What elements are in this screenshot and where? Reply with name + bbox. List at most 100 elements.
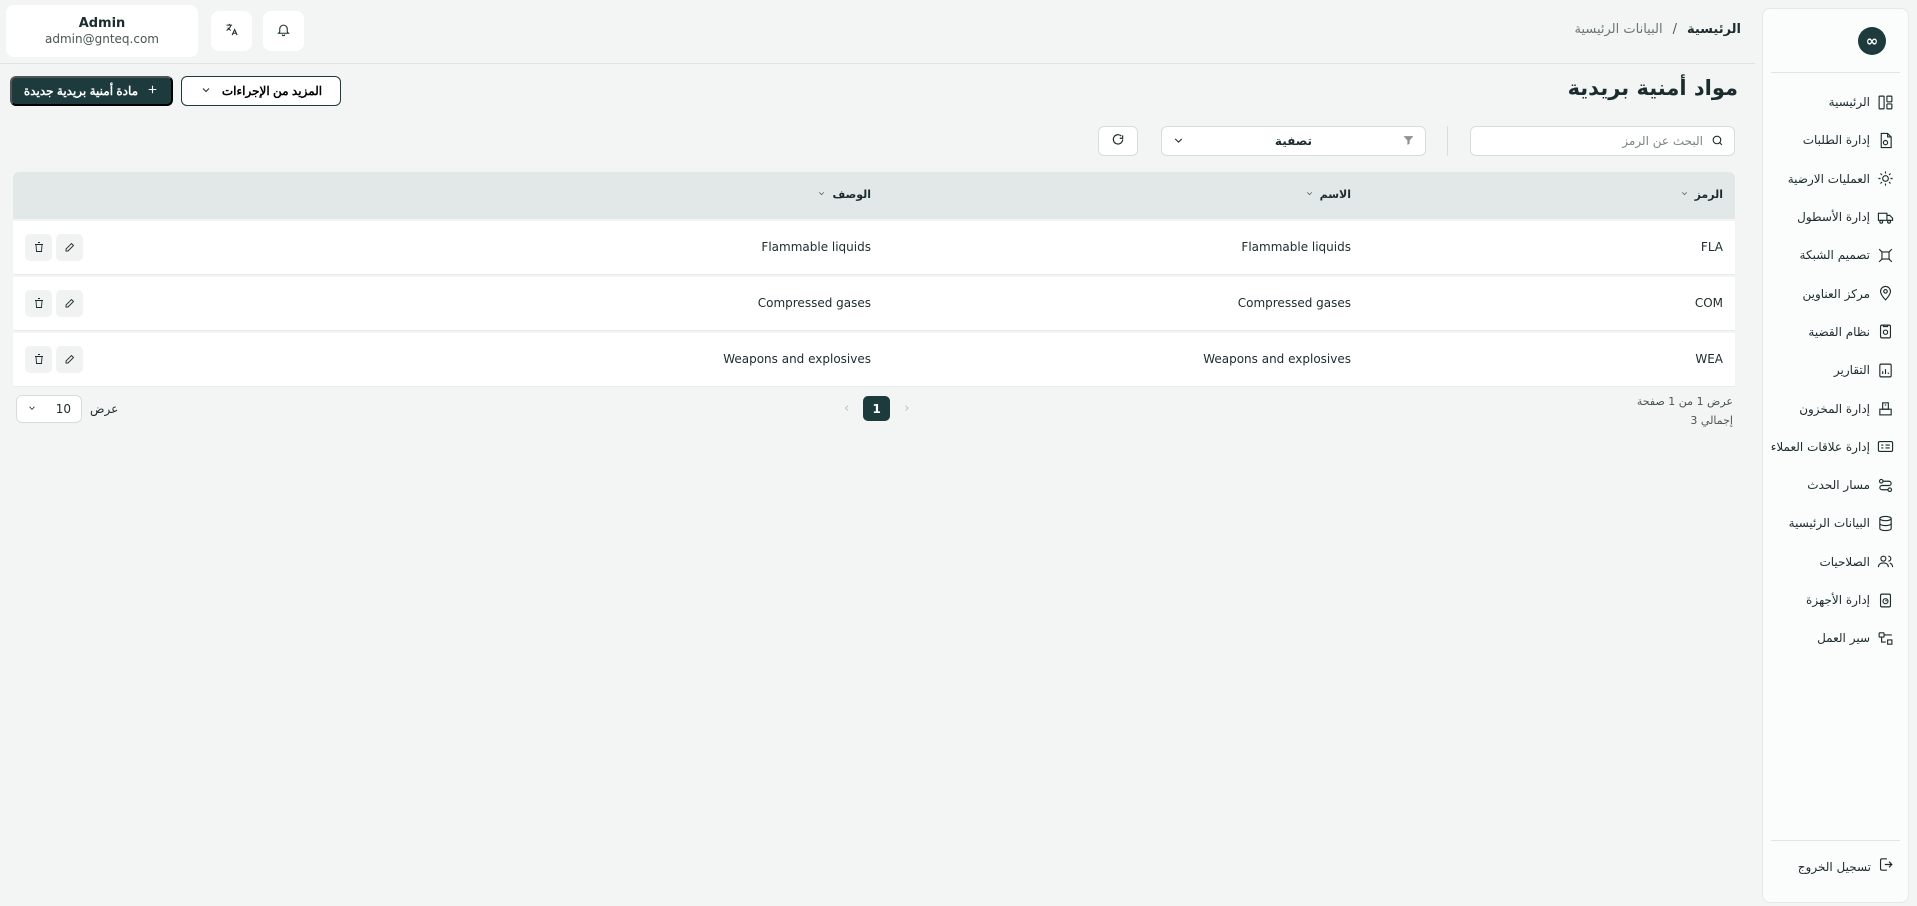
sidebar-item-permissions[interactable]: الصلاحيات [1763, 543, 1908, 581]
translate-icon [224, 22, 239, 41]
sidebar-item-label: نظام القضية [1808, 324, 1870, 339]
cell-description: Weapons and explosives [723, 352, 871, 366]
top-bar: الرئيسية / البيانات الرئيسية Admin admin… [0, 0, 1755, 64]
ground-operations-icon [1876, 170, 1894, 188]
chevron-down-icon [1172, 132, 1185, 151]
pagination-info: عرض 1 من 1 صفحة إجمالي 3 [1637, 392, 1733, 430]
sidebar-item-label: العمليات الارضية [1787, 171, 1870, 186]
bell-icon [276, 22, 291, 41]
column-header-name[interactable]: الاسم [1305, 188, 1351, 201]
sidebar-item-dashboard[interactable]: الرئيسية [1763, 83, 1908, 121]
users-icon [1876, 553, 1894, 571]
sidebar-item-label: الرئيسية [1828, 95, 1870, 110]
page-size-control: 10 عرض [16, 395, 118, 423]
sidebar-item-label: إدارة المخزون [1799, 401, 1870, 416]
sidebar-item-label: إدارة الأسطول [1797, 210, 1870, 225]
new-item-button[interactable]: مادة أمنية بريدية جديدة [10, 76, 173, 106]
new-item-label: مادة أمنية بريدية جديدة [23, 84, 139, 98]
table-row: FLA Flammable liquids Flammable liquids [13, 221, 1735, 275]
breadcrumb: الرئيسية / البيانات الرئيسية [1574, 22, 1741, 37]
logout-button[interactable]: تسجيل الخروج [1771, 840, 1900, 892]
delete-button[interactable] [25, 234, 52, 261]
sidebar-item-fleet[interactable]: إدارة الأسطول [1763, 198, 1908, 236]
user-profile-card[interactable]: Admin admin@gnteq.com [6, 5, 198, 57]
chevron-down-icon [1680, 188, 1689, 201]
sidebar-item-label: إدارة علاقات العملاء [1770, 439, 1870, 454]
sidebar-item-crm[interactable]: إدارة علاقات العملاء [1763, 428, 1908, 466]
chevron-down-icon [27, 402, 37, 416]
sidebar-item-devices[interactable]: إدارة الأجهزة [1763, 581, 1908, 619]
pagination: ‹ 1 › [844, 396, 909, 421]
search-icon [1711, 132, 1724, 151]
cell-name: Weapons and explosives [1203, 352, 1351, 366]
sidebar-item-label: التقارير [1833, 363, 1870, 378]
sidebar-item-case[interactable]: نظام القضية [1763, 313, 1908, 351]
filter-label: تصفية [1274, 134, 1313, 148]
sidebar-item-addresses[interactable]: مركز العناوين [1763, 274, 1908, 312]
table-header: الرمز الاسم الوصف [13, 172, 1735, 219]
page-size-value: 10 [55, 402, 71, 416]
more-actions-label: المزيد من الإجراءات [221, 84, 323, 98]
reports-icon [1876, 361, 1894, 379]
column-header-code[interactable]: الرمز [1680, 188, 1723, 201]
orders-icon [1876, 131, 1894, 149]
language-button[interactable] [211, 11, 252, 51]
app-logo[interactable]: ∞ [1858, 26, 1886, 55]
refresh-icon [1111, 133, 1125, 150]
chevron-down-icon [817, 188, 826, 201]
filter-icon [1402, 132, 1415, 151]
filter-dropdown[interactable]: تصفية [1161, 126, 1426, 156]
user-name: Admin [78, 16, 126, 31]
toolbar-divider [1447, 126, 1448, 156]
breadcrumb-separator: / [1672, 22, 1677, 37]
sidebar-item-inventory[interactable]: إدارة المخزون [1763, 389, 1908, 427]
sidebar-item-orders[interactable]: إدارة الطلبات [1763, 121, 1908, 159]
cell-name: Flammable liquids [1241, 240, 1351, 254]
sidebar-item-network[interactable]: تصميم الشبكة [1763, 236, 1908, 274]
breadcrumb-home[interactable]: الرئيسية [1687, 22, 1741, 37]
page-button-current[interactable]: 1 [863, 396, 891, 421]
prev-page-button[interactable]: ‹ [844, 401, 849, 416]
database-icon [1876, 514, 1894, 532]
case-icon [1876, 323, 1894, 341]
edit-button[interactable] [56, 234, 83, 261]
page-title: مواد أمنية بريدية [1567, 76, 1738, 100]
pencil-icon [64, 238, 76, 257]
more-actions-button[interactable]: المزيد من الإجراءات [181, 76, 341, 106]
cell-description: Flammable liquids [761, 240, 871, 254]
logo-area: ∞ [1771, 9, 1900, 73]
plus-icon [146, 83, 159, 99]
delete-button[interactable] [25, 346, 52, 373]
trash-icon [33, 350, 45, 369]
search-input[interactable] [1493, 134, 1703, 148]
edit-button[interactable] [56, 346, 83, 373]
delete-button[interactable] [25, 290, 52, 317]
devices-icon [1876, 591, 1894, 609]
sidebar-item-event-route[interactable]: مسار الحدث [1763, 466, 1908, 504]
page-count-text: عرض 1 من 1 صفحة [1636, 395, 1733, 408]
logout-label: تسجيل الخروج [1797, 859, 1871, 874]
next-page-button[interactable]: › [904, 401, 909, 416]
sidebar-item-label: إدارة الأجهزة [1806, 593, 1870, 607]
sidebar-item-label: سير العمل [1817, 631, 1870, 646]
sidebar-item-ground-operations[interactable]: العمليات الارضية [1763, 160, 1908, 198]
column-header-description[interactable]: الوصف [817, 188, 871, 201]
column-label: الوصف [832, 188, 871, 201]
sidebar-item-workflow[interactable]: سير العمل [1763, 619, 1908, 657]
chevron-down-icon [200, 84, 212, 99]
sidebar-item-label: البيانات الرئيسية [1788, 516, 1870, 531]
chevron-down-icon [1305, 188, 1314, 201]
sidebar-item-label: الصلاحيات [1819, 554, 1870, 569]
page-size-label: عرض [90, 402, 119, 416]
route-icon [1876, 476, 1894, 494]
sidebar-item-reports[interactable]: التقارير [1763, 351, 1908, 389]
page-size-select[interactable]: 10 [16, 395, 82, 423]
breadcrumb-current[interactable]: البيانات الرئيسية [1574, 22, 1662, 37]
sidebar-item-master-data[interactable]: البيانات الرئيسية [1763, 504, 1908, 542]
notifications-button[interactable] [263, 11, 304, 51]
pencil-icon [64, 294, 76, 313]
sidebar-item-label: مركز العناوين [1802, 286, 1870, 301]
refresh-button[interactable] [1098, 126, 1138, 156]
location-icon [1876, 285, 1894, 303]
edit-button[interactable] [56, 290, 83, 317]
